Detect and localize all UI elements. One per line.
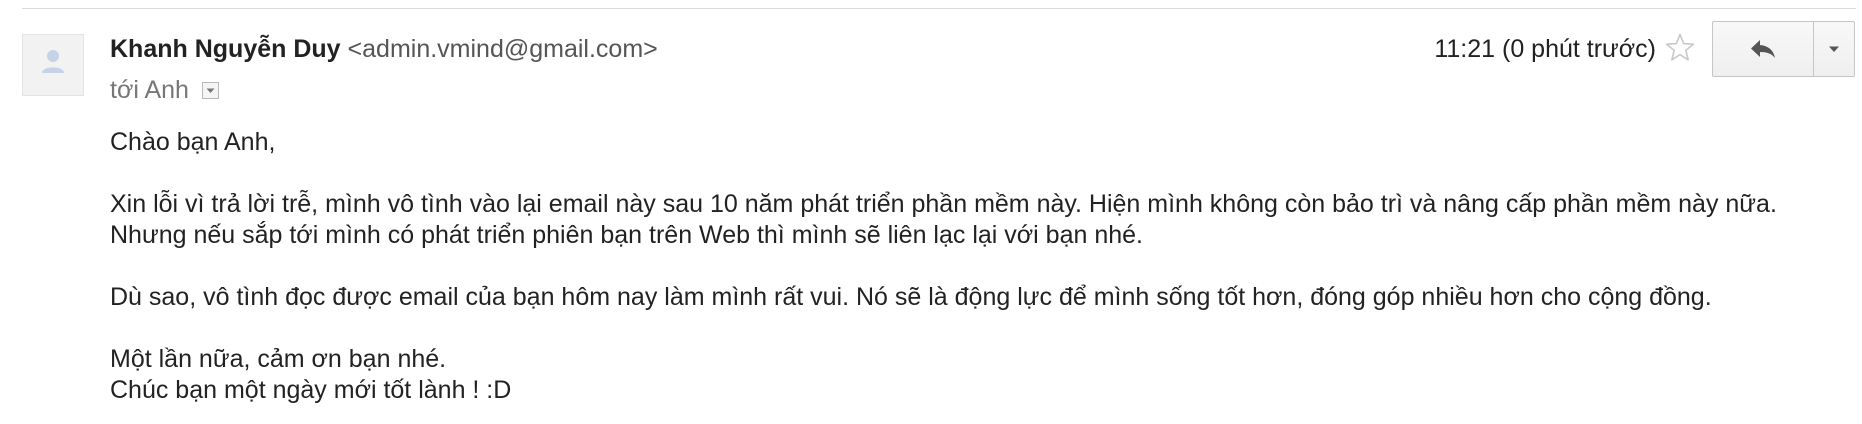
body-paragraph: Xin lỗi vì trả lời trễ, mình vô tình vào… bbox=[110, 190, 1777, 249]
email-message: Khanh Nguyễn Duy <admin.vmind@gmail.com>… bbox=[0, 0, 1862, 424]
more-options-button[interactable] bbox=[1814, 22, 1854, 76]
caret-down-icon bbox=[1829, 46, 1839, 52]
sender-avatar[interactable] bbox=[22, 34, 84, 96]
message-timestamp: 11:21 (0 phút trước) bbox=[1434, 35, 1656, 63]
person-icon bbox=[42, 50, 64, 73]
recipient-line: tới Anh bbox=[110, 75, 219, 105]
body-paragraph: Dù sao, vô tình đọc được email của bạn h… bbox=[110, 283, 1712, 311]
reply-button[interactable] bbox=[1713, 22, 1814, 76]
sender-line: Khanh Nguyễn Duy <admin.vmind@gmail.com> bbox=[110, 34, 658, 64]
star-icon[interactable] bbox=[1664, 32, 1696, 64]
chevron-down-icon bbox=[206, 88, 215, 93]
reply-icon bbox=[1751, 40, 1775, 58]
show-details-button[interactable] bbox=[201, 82, 219, 99]
closing: Một lần nữa, cảm ơn bạn nhé. Chúc bạn mộ… bbox=[110, 344, 1810, 406]
closing-line: Chúc bạn một ngày mới tốt lành ! :D bbox=[110, 376, 512, 404]
recipient-label: tới Anh bbox=[110, 76, 189, 104]
sender-name[interactable]: Khanh Nguyễn Duy bbox=[110, 35, 341, 63]
divider bbox=[22, 8, 1856, 9]
reply-button-group bbox=[1712, 21, 1855, 77]
closing-line: Một lần nữa, cảm ơn bạn nhé. bbox=[110, 345, 447, 373]
message-body: Chào bạn Anh, Xin lỗi vì trả lời trễ, mì… bbox=[110, 127, 1810, 406]
sender-email: <admin.vmind@gmail.com> bbox=[347, 35, 658, 63]
greeting: Chào bạn Anh, bbox=[110, 128, 276, 156]
